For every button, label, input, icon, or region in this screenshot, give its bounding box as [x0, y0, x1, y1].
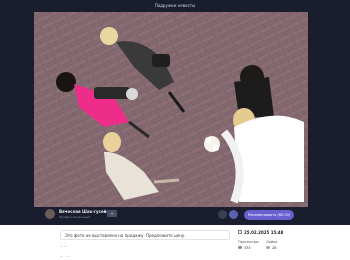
description-text: Это фото не выставлено на продажу. Предл…	[65, 233, 186, 238]
favorite-button[interactable]	[218, 210, 227, 219]
views-label: Просмотры	[238, 240, 259, 244]
photo-date: 25.02.2025 15:48	[244, 230, 284, 235]
footer-line-2: — · — ·	[60, 254, 71, 258]
author-bar: Вячеслав Шах-гусейнов Профессиональный +…	[45, 208, 305, 222]
photo-viewer: Подружки невесты Вячеслав Шах-гусейнов П…	[0, 0, 350, 225]
like-icon	[266, 246, 270, 249]
main-photo[interactable]	[34, 12, 308, 207]
plus-icon: +	[110, 211, 114, 216]
photo-title: Подружки невесты	[154, 3, 196, 8]
footer-line-1: — —	[60, 244, 67, 248]
eye-icon	[238, 246, 242, 249]
likes-count: 28	[272, 246, 277, 250]
photo-details: Это фото не выставлено на продажу. Предл…	[0, 225, 350, 260]
likes-label: Лайки	[266, 240, 278, 244]
description-box: Это фото не выставлено на продажу. Предл…	[60, 230, 230, 240]
add-friend-button[interactable]: +	[107, 210, 117, 217]
share-button[interactable]	[229, 210, 238, 219]
views-count: 335	[244, 246, 251, 250]
author-status: Профессиональный	[59, 215, 91, 219]
avatar[interactable]	[45, 209, 55, 219]
recommend-button[interactable]: Рекомендовать (60.00)	[244, 210, 294, 220]
photo-image	[34, 12, 308, 207]
calendar-icon	[238, 230, 242, 234]
